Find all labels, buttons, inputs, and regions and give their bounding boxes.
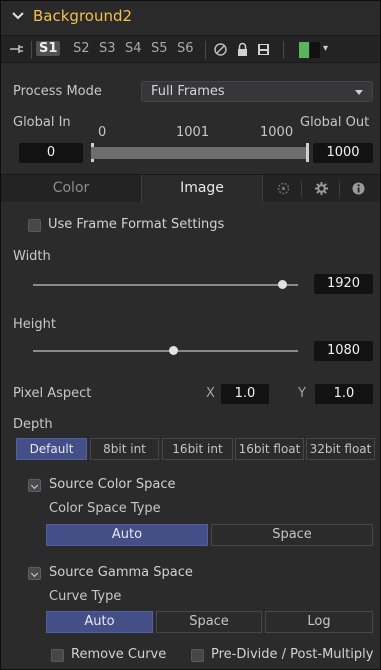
height-field[interactable]: 1080 bbox=[314, 341, 373, 361]
height-slider-handle[interactable] bbox=[168, 346, 178, 355]
depth-option-16bit-float[interactable]: 16bit float bbox=[235, 438, 304, 460]
width-slider-handle[interactable] bbox=[277, 280, 287, 289]
chevron-down-icon[interactable] bbox=[11, 9, 25, 23]
tab-divider bbox=[339, 181, 340, 197]
remove-curve-checkbox[interactable] bbox=[51, 649, 64, 662]
settings-circle-icon[interactable] bbox=[276, 181, 291, 196]
toolbar-divider bbox=[31, 41, 32, 59]
curve-type-label: Curve Type bbox=[49, 589, 122, 604]
version-slot-s3[interactable]: S3 bbox=[99, 41, 116, 56]
lock-icon[interactable] bbox=[235, 42, 250, 57]
global-range-slider[interactable] bbox=[91, 147, 309, 159]
frame-format-checkbox[interactable] bbox=[28, 219, 41, 232]
depth-option-default[interactable]: Default bbox=[16, 438, 87, 460]
disable-icon[interactable] bbox=[213, 42, 228, 57]
width-field[interactable]: 1920 bbox=[314, 274, 373, 294]
depth-option-32bit-float[interactable]: 32bit float bbox=[306, 438, 375, 460]
height-slider[interactable] bbox=[33, 350, 298, 352]
inspector-panel: Background2 S1 S2 S3 S4 S5 S6 ▾ Process … bbox=[0, 0, 381, 670]
toolbar-divider bbox=[283, 41, 284, 59]
pre-divide-checkbox[interactable] bbox=[191, 649, 204, 662]
height-label: Height bbox=[13, 317, 56, 332]
process-mode-dropdown[interactable]: Full Frames bbox=[141, 81, 373, 102]
info-icon[interactable] bbox=[351, 181, 366, 196]
tab-color[interactable]: Color bbox=[1, 175, 141, 203]
source-gamma-space-toggle[interactable] bbox=[28, 567, 41, 580]
pixel-aspect-y-field[interactable]: 1.0 bbox=[315, 384, 373, 404]
pixel-aspect-label: Pixel Aspect bbox=[13, 386, 92, 401]
swatch-dropdown-icon[interactable]: ▾ bbox=[323, 43, 328, 54]
pixel-aspect-x-label: X bbox=[206, 386, 215, 401]
source-color-space-toggle[interactable] bbox=[28, 479, 41, 492]
global-out-label: Global Out bbox=[300, 115, 370, 130]
color-swatch-green[interactable] bbox=[299, 42, 309, 58]
process-mode-value: Full Frames bbox=[151, 84, 225, 99]
process-mode-label: Process Mode bbox=[13, 84, 102, 99]
tab-image[interactable]: Image bbox=[141, 175, 263, 203]
range-max-label: 1000 bbox=[260, 125, 294, 140]
version-slot-s1[interactable]: S1 bbox=[36, 41, 61, 56]
version-slot-s4[interactable]: S4 bbox=[125, 41, 142, 56]
tool-toolbar: S1 S2 S3 S4 S5 S6 ▾ bbox=[1, 35, 380, 63]
source-color-space-label: Source Color Space bbox=[49, 477, 176, 492]
width-label: Width bbox=[13, 249, 51, 264]
tab-divider bbox=[301, 181, 302, 197]
width-slider[interactable] bbox=[33, 284, 298, 286]
gear-icon[interactable] bbox=[314, 181, 329, 196]
tool-header[interactable]: Background2 bbox=[1, 1, 380, 35]
global-out-field[interactable]: 1000 bbox=[313, 143, 373, 163]
tool-title: Background2 bbox=[33, 7, 133, 25]
color-space-auto-button[interactable]: Auto bbox=[46, 524, 208, 546]
curve-type-auto-button[interactable]: Auto bbox=[46, 611, 153, 633]
range-mid-label: 1001 bbox=[176, 125, 210, 140]
save-icon[interactable] bbox=[256, 42, 271, 57]
color-space-space-button[interactable]: Space bbox=[211, 524, 373, 546]
source-gamma-space-label: Source Gamma Space bbox=[49, 565, 193, 580]
toolbar-divider bbox=[205, 41, 206, 59]
pixel-aspect-x-field[interactable]: 1.0 bbox=[221, 384, 269, 404]
color-space-type-label: Color Space Type bbox=[49, 501, 161, 516]
pixel-aspect-y-label: Y bbox=[298, 386, 306, 401]
color-swatch-dark[interactable] bbox=[310, 42, 320, 58]
curve-type-space-button[interactable]: Space bbox=[156, 611, 262, 633]
depth-option-16bit-int[interactable]: 16bit int bbox=[162, 438, 233, 460]
range-end-handle[interactable] bbox=[306, 143, 309, 162]
depth-option-8bit-int[interactable]: 8bit int bbox=[90, 438, 159, 460]
global-in-label: Global In bbox=[13, 115, 71, 130]
version-slot-s6[interactable]: S6 bbox=[177, 41, 194, 56]
depth-label: Depth bbox=[13, 417, 53, 432]
range-min-label: 0 bbox=[98, 125, 107, 140]
global-in-field[interactable]: 0 bbox=[19, 143, 83, 163]
remove-curve-label: Remove Curve bbox=[71, 647, 167, 662]
version-slot-s5[interactable]: S5 bbox=[151, 41, 168, 56]
pre-divide-label: Pre-Divide / Post-Multiply bbox=[211, 647, 374, 662]
chevron-down-icon bbox=[355, 90, 363, 95]
version-slot-s2[interactable]: S2 bbox=[73, 41, 90, 56]
pin-icon[interactable] bbox=[9, 43, 25, 55]
tab-bar: Color Image bbox=[1, 174, 380, 203]
curve-type-log-button[interactable]: Log bbox=[265, 611, 373, 633]
frame-format-label: Use Frame Format Settings bbox=[48, 217, 225, 232]
